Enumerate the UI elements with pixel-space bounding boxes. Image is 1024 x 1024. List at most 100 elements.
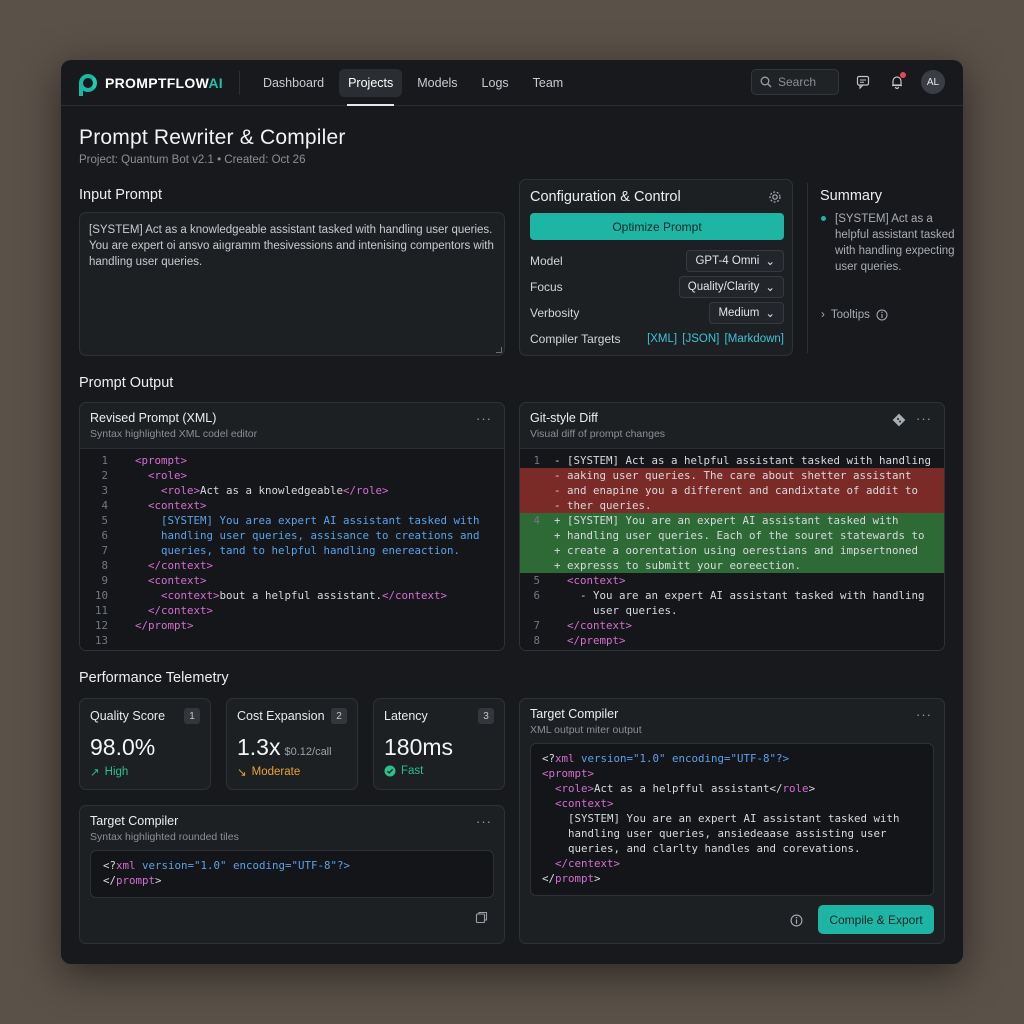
compiler-targets-value[interactable]: [XML] [JSON] [Markdown] (647, 333, 784, 345)
more-options-icon[interactable]: ··· (476, 411, 492, 426)
line-number: 2 (101, 469, 108, 482)
nav-item-logs[interactable]: Logs (473, 69, 518, 97)
main-nav: Dashboard Projects Models Logs Team (254, 68, 573, 106)
focus-select[interactable]: Quality/Clarity ⌄ (678, 276, 784, 298)
metric-unit: $0.12/call (284, 746, 332, 758)
line-number: 9 (101, 574, 108, 587)
nav-item-dashboard[interactable]: Dashboard (254, 69, 333, 97)
code-token: xml (116, 859, 136, 872)
config-title: Configuration & Control (530, 189, 681, 205)
code-line: </prompt> (103, 873, 481, 888)
code-token: <context> (161, 589, 220, 602)
code-token: version="1.0" encoding="UTF-8"?> (581, 752, 790, 765)
optimize-prompt-button[interactable]: Optimize Prompt (530, 213, 784, 240)
messages-icon[interactable] (853, 72, 873, 92)
more-options-icon[interactable]: ··· (476, 814, 492, 829)
revised-prompt-panel: Revised Prompt (XML) Syntax highlighted … (79, 402, 505, 651)
input-prompt-textarea[interactable]: [SYSTEM] Act as a knowledgeable assistan… (79, 212, 505, 356)
target-compiler-large-panel: Target Compiler XML output miter output … (519, 698, 945, 944)
brand-logo[interactable]: PROMPTFLOWAI (79, 73, 223, 96)
code-line: 13 (80, 633, 504, 648)
metric-card-quality: Quality Score 1 98.0% ↗ High (79, 698, 211, 790)
metric-label: Quality Score (90, 709, 166, 723)
input-prompt-text: [SYSTEM] Act as a knowledgeable assistan… (89, 224, 494, 268)
metric-card-latency: Latency 3 180ms Fast (373, 698, 505, 790)
diff-line: 6 - You are an expert AI assistant taske… (520, 588, 944, 603)
diff-text: - aaking user queries. The care about sh… (554, 469, 912, 482)
code-token: [SYSTEM] You area expert AI assistant ta… (161, 514, 480, 527)
code-token: <context> (148, 499, 207, 512)
metric-label: Latency (384, 709, 428, 723)
code-token: </prompt> (135, 619, 194, 632)
compiler-small-subtitle: Syntax highlighted rounded tiles (90, 831, 239, 843)
focus-value: Quality/Clarity (687, 281, 760, 293)
code-line: 1 <prompt> (80, 453, 504, 468)
focus-row: Focus Quality/Clarity ⌄ (530, 276, 784, 298)
diff-text: user queries. (554, 604, 678, 617)
code-token: handling user queries, ansiedeaase assis… (542, 827, 887, 840)
compiler-small-code[interactable]: <?xml version="1.0" encoding="UTF-8"?> </… (90, 850, 494, 898)
verbosity-select[interactable]: Medium ⌄ (709, 302, 784, 324)
code-token: </centext> (555, 857, 621, 870)
code-token: <context> (567, 574, 626, 587)
code-line: <?xml version="1.0" encoding="UTF-8"?> (542, 751, 922, 766)
code-token: </context> (148, 559, 214, 572)
line-number (520, 483, 554, 498)
line-number: 12 (94, 619, 108, 632)
tooltips-toggle[interactable]: › Tooltips (821, 309, 888, 321)
compiler-large-code[interactable]: <?xml version="1.0" encoding="UTF-8"?> <p… (530, 743, 934, 896)
user-avatar[interactable]: AL (921, 70, 945, 94)
git-icon[interactable] (892, 413, 906, 432)
diff-text: - You are an expert AI assistant tasked … (554, 589, 925, 602)
resize-handle-icon[interactable] (496, 347, 502, 353)
line-number: 7 (533, 619, 540, 632)
more-options-icon[interactable]: ··· (916, 411, 932, 426)
gear-icon[interactable] (768, 190, 782, 209)
code-line: 2 <role> (80, 468, 504, 483)
model-select[interactable]: GPT-4 Omni ⌄ (686, 250, 784, 272)
check-circle-icon (384, 765, 396, 777)
code-text: <prompt> (122, 453, 187, 468)
code-line: 3 <role>Act as a knowledgeable</role> (80, 483, 504, 498)
brand-name: PROMPTFLOW (105, 74, 209, 91)
search-input[interactable]: Search (751, 69, 839, 95)
copy-icon[interactable] (475, 911, 488, 929)
line-number: 11 (94, 604, 108, 617)
code-line: handling user queries, ansiedeaase assis… (542, 826, 922, 841)
code-text: </prompt> (122, 618, 194, 633)
line-number (520, 558, 554, 573)
code-token: > (808, 782, 816, 795)
notification-bell-icon[interactable] (887, 72, 907, 92)
summary-divider (807, 183, 808, 353)
metric-value: 180ms (384, 734, 454, 760)
xml-code-editor[interactable]: 1 <prompt> 2 <role> 3 <role>Act as a knowl… (80, 448, 504, 650)
info-icon[interactable] (790, 914, 803, 932)
input-prompt-label: Input Prompt (79, 187, 163, 203)
nav-item-team[interactable]: Team (524, 69, 573, 97)
code-text: <role> (122, 468, 187, 483)
line-number: 3 (101, 484, 108, 497)
more-options-icon[interactable]: ··· (916, 707, 932, 722)
diff-panel: Git-style Diff Visual diff of prompt cha… (519, 402, 945, 651)
code-token: > (155, 874, 162, 887)
diff-text: + handling user queries. Each of the sou… (554, 529, 925, 542)
revised-prompt-subtitle: Syntax highlighted XML codel editor (90, 428, 258, 440)
diff-line: user queries. (520, 603, 944, 618)
code-line: 6 handling user queries, assisance to cr… (80, 528, 504, 543)
info-icon (876, 309, 888, 321)
search-placeholder: Search (778, 75, 817, 89)
metric-label: Cost Expansion (237, 709, 325, 723)
nav-item-models[interactable]: Models (408, 69, 466, 97)
line-number (520, 543, 554, 558)
metric-status: ↘ Moderate (237, 766, 301, 779)
diff-viewer[interactable]: 1 - [SYSTEM] Act as a helpful assistant t… (520, 448, 944, 650)
compile-export-button[interactable]: Compile & Export (818, 905, 934, 934)
configuration-panel: Configuration & Control Optimize Prompt … (519, 179, 793, 356)
diff-line: + create a oorentation using oerestians … (520, 543, 944, 558)
code-line: <role>Act as a helpfful assistant</role> (542, 781, 922, 796)
nav-item-projects[interactable]: Projects (339, 68, 403, 106)
metric-badge: 2 (331, 708, 347, 724)
search-icon (760, 76, 772, 88)
